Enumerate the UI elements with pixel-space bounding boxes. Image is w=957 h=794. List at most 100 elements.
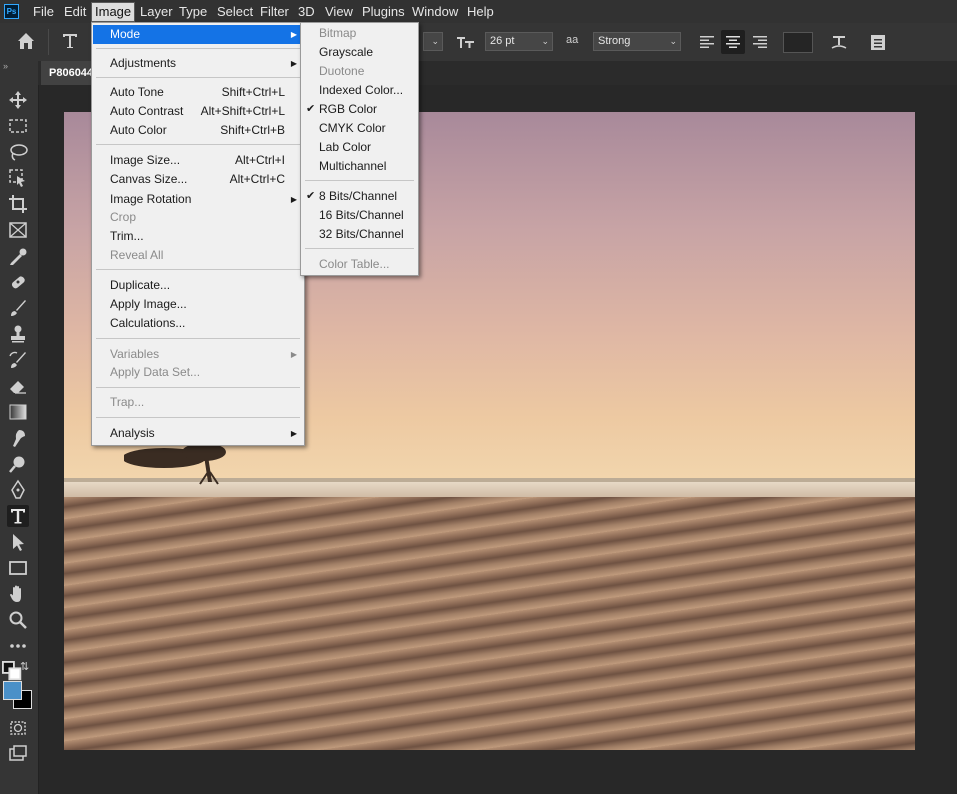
type-tool-icon-active[interactable] xyxy=(7,505,29,527)
menu-item-auto-color[interactable]: Auto Color Shift+Ctrl+B xyxy=(93,121,303,140)
quick-mask-icon[interactable] xyxy=(7,717,29,739)
menu-image[interactable]: Image xyxy=(91,2,136,22)
menu-item-mode[interactable]: Mode ▶ xyxy=(93,25,303,44)
clone-stamp-tool-icon[interactable] xyxy=(7,323,29,345)
home-icon[interactable] xyxy=(16,31,36,51)
more-tools-icon[interactable] xyxy=(7,635,29,657)
align-center-icon[interactable] xyxy=(721,30,745,54)
anti-alias-dropdown[interactable]: Strong ⌄ xyxy=(593,32,681,51)
anti-alias-icon: aa xyxy=(566,34,579,46)
menu-item-trim[interactable]: Trim... xyxy=(93,227,303,246)
brush-tool-icon[interactable] xyxy=(7,297,29,319)
eyedropper-tool-icon[interactable] xyxy=(7,245,29,267)
gradient-tool-icon[interactable] xyxy=(7,401,29,423)
menu-separator xyxy=(96,144,300,145)
mode-submenu: Bitmap Grayscale Duotone Indexed Color..… xyxy=(300,22,419,276)
menu-filter[interactable]: Filter xyxy=(257,3,292,21)
menu-3d[interactable]: 3D xyxy=(295,3,318,21)
mode-item-16-bits[interactable]: 16 Bits/Channel xyxy=(302,206,417,225)
move-tool-icon[interactable] xyxy=(7,89,29,111)
mode-item-multichannel[interactable]: Multichannel xyxy=(302,157,417,176)
menu-separator xyxy=(96,269,300,270)
menu-item-reveal-all[interactable]: Reveal All xyxy=(93,246,303,265)
menu-separator xyxy=(305,248,414,249)
object-selection-tool-icon[interactable] xyxy=(7,167,29,189)
swap-colors-icon[interactable]: ⇅ xyxy=(20,661,32,673)
menu-file[interactable]: File xyxy=(30,3,57,21)
mode-item-8-bits[interactable]: ✔ 8 Bits/Channel xyxy=(302,187,417,206)
checkmark-icon: ✔ xyxy=(306,190,316,202)
menu-separator xyxy=(96,48,300,49)
mode-item-bitmap[interactable]: Bitmap xyxy=(302,24,417,43)
menu-item-canvas-size[interactable]: Canvas Size... Alt+Ctrl+C xyxy=(93,170,303,189)
smudge-tool-icon[interactable] xyxy=(7,427,29,449)
tree-silhouette xyxy=(124,443,226,485)
marquee-tool-icon[interactable] xyxy=(7,115,29,137)
menu-item-apply-image[interactable]: Apply Image... xyxy=(93,295,303,314)
menu-item-image-size[interactable]: Image Size... Alt+Ctrl+I xyxy=(93,151,303,170)
checkmark-icon: ✔ xyxy=(306,103,316,115)
menu-separator xyxy=(96,77,300,78)
mode-item-rgb-color[interactable]: ✔ RGB Color xyxy=(302,100,417,119)
character-panel-icon[interactable] xyxy=(868,32,888,52)
mode-item-cmyk-color[interactable]: CMYK Color xyxy=(302,119,417,138)
menu-edit[interactable]: Edit xyxy=(61,3,89,21)
default-colors-icon[interactable] xyxy=(1,661,22,681)
pen-tool-icon[interactable] xyxy=(7,479,29,501)
mode-item-grayscale[interactable]: Grayscale xyxy=(302,43,417,62)
image-menu: Mode ▶ Adjustments ▶ Auto Tone Shift+Ctrl+L… xyxy=(91,22,305,446)
menu-item-calculations[interactable]: Calculations... xyxy=(93,314,303,333)
warp-text-icon[interactable] xyxy=(829,32,849,52)
menu-item-crop[interactable]: Crop xyxy=(93,208,303,227)
font-size-dropdown[interactable]: 26 pt ⌄ xyxy=(485,32,553,51)
screen-mode-icon[interactable] xyxy=(7,743,29,765)
menu-select[interactable]: Select xyxy=(214,3,256,21)
dodge-tool-icon[interactable] xyxy=(7,453,29,475)
align-right-icon[interactable] xyxy=(750,32,770,52)
mode-item-32-bits[interactable]: 32 Bits/Channel xyxy=(302,225,417,244)
path-selection-tool-icon[interactable] xyxy=(7,531,29,553)
menu-item-apply-data-set[interactable]: Apply Data Set... xyxy=(93,363,303,382)
healing-brush-tool-icon[interactable] xyxy=(7,271,29,293)
menu-separator xyxy=(96,387,300,388)
menu-help[interactable]: Help xyxy=(464,3,497,21)
photoshop-logo: Ps xyxy=(4,4,19,19)
lasso-tool-icon[interactable] xyxy=(7,141,29,163)
mode-item-indexed-color[interactable]: Indexed Color... xyxy=(302,81,417,100)
crop-tool-icon[interactable] xyxy=(7,193,29,215)
tools-panel: » ⇅ xyxy=(0,61,39,794)
menu-item-analysis[interactable]: Analysis ▶ xyxy=(93,424,303,443)
menu-item-adjustments[interactable]: Adjustments ▶ xyxy=(93,54,303,73)
mode-item-duotone[interactable]: Duotone xyxy=(302,62,417,81)
frame-tool-icon[interactable] xyxy=(7,219,29,241)
mode-item-lab-color[interactable]: Lab Color xyxy=(302,138,417,157)
text-color-swatch[interactable] xyxy=(783,32,813,53)
menu-item-duplicate[interactable]: Duplicate... xyxy=(93,276,303,295)
type-tool-icon[interactable] xyxy=(60,31,80,51)
mode-item-color-table[interactable]: Color Table... xyxy=(302,255,417,274)
menu-item-trap[interactable]: Trap... xyxy=(93,393,303,412)
menu-item-auto-contrast[interactable]: Auto Contrast Alt+Shift+Ctrl+L xyxy=(93,102,303,121)
menu-plugins[interactable]: Plugins xyxy=(359,3,408,21)
font-size-icon xyxy=(456,32,476,52)
foreground-color-swatch[interactable] xyxy=(3,681,22,700)
menu-type[interactable]: Type xyxy=(176,3,210,21)
expand-toolbar-icon[interactable]: » xyxy=(3,61,15,71)
eraser-tool-icon[interactable] xyxy=(7,375,29,397)
align-left-icon[interactable] xyxy=(697,32,717,52)
menu-item-variables[interactable]: Variables ▶ xyxy=(93,345,303,364)
menu-view[interactable]: View xyxy=(322,3,356,21)
rectangle-tool-icon[interactable] xyxy=(7,557,29,579)
menu-item-auto-tone[interactable]: Auto Tone Shift+Ctrl+L xyxy=(93,83,303,102)
menu-bar: Ps File Edit Image Layer Type Select Fil… xyxy=(0,0,957,23)
sand-ripples xyxy=(64,497,915,750)
history-brush-tool-icon[interactable] xyxy=(7,349,29,371)
menu-item-image-rotation[interactable]: Image Rotation ▶ xyxy=(93,190,303,209)
font-style-dropdown[interactable]: ⌄ xyxy=(423,32,443,51)
menu-separator xyxy=(96,338,300,339)
hand-tool-icon[interactable] xyxy=(7,583,29,605)
menu-window[interactable]: Window xyxy=(409,3,461,21)
menu-separator xyxy=(96,417,300,418)
zoom-tool-icon[interactable] xyxy=(7,609,29,631)
menu-layer[interactable]: Layer xyxy=(137,3,176,21)
